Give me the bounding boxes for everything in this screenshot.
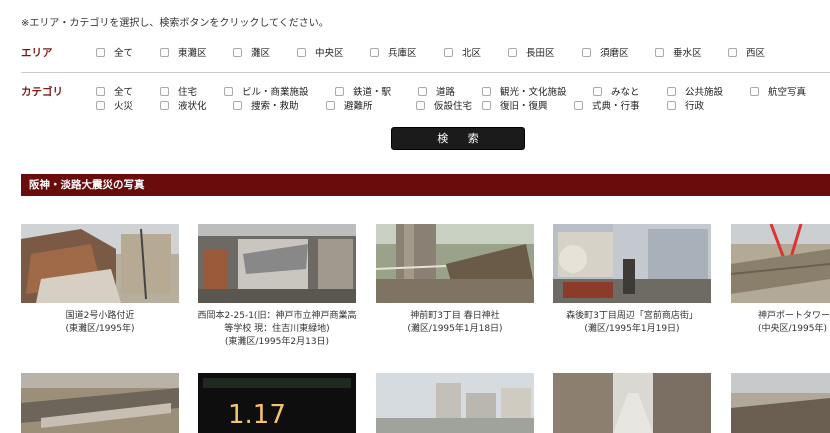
checkbox-box[interactable] — [160, 100, 169, 110]
category-checkbox-tourism[interactable]: 観光・文化施設 — [482, 84, 567, 98]
checkbox-box[interactable] — [667, 86, 676, 96]
checkbox-box[interactable] — [482, 86, 491, 96]
photo-thumbnail-3[interactable] — [376, 224, 534, 303]
checkbox-box[interactable] — [160, 47, 169, 57]
checkbox-box[interactable] — [667, 100, 676, 110]
photo-shrine-tree — [376, 224, 534, 303]
category-checkbox-aerial[interactable]: 航空写真 — [750, 84, 806, 98]
photo-candle-night: 1.17 — [198, 373, 356, 433]
area-checkbox-chuo[interactable]: 中央区 — [297, 45, 344, 59]
area-checkbox-suma[interactable]: 須磨区 — [582, 45, 629, 59]
category-checkbox-rescue[interactable]: 捜索・救助 — [233, 98, 299, 112]
photo-caption-1: 国道2号小路付近 (東灘区/1995年) — [65, 311, 135, 334]
category-label: カテゴリ — [21, 86, 63, 98]
divider — [21, 72, 830, 73]
checkbox-box[interactable] — [416, 100, 425, 110]
category-checkbox-roads[interactable]: 道路 — [418, 84, 455, 98]
checkbox-box[interactable] — [418, 86, 427, 96]
checkbox-box[interactable] — [233, 100, 242, 110]
category-checkbox-fire[interactable]: 火災 — [96, 98, 133, 112]
photo-caption-5: 神戸ポートタワー付近 (中央区/1995年) — [758, 311, 830, 334]
area-checkbox-kita[interactable]: 北区 — [444, 45, 481, 59]
checkbox-box[interactable] — [233, 47, 242, 57]
photo-city-rebuild — [376, 373, 534, 433]
category-checkbox-ceremony[interactable]: 式典・行事 — [574, 98, 640, 112]
category-checkbox-railway[interactable]: 鉄道・駅 — [335, 84, 391, 98]
category-checkbox-housing[interactable]: 住宅 — [160, 84, 197, 98]
category-checkbox-recovery[interactable]: 復旧・復興 — [482, 98, 548, 112]
checkbox-box[interactable] — [593, 86, 602, 96]
photo-temporary-housing — [553, 373, 711, 433]
photo-thumbnail-1[interactable] — [21, 224, 179, 303]
photo-caption-4: 森後町3丁目周辺「宮前商店街」 (灘区/1995年1月19日) — [566, 311, 698, 334]
photo-collapsed-houses — [21, 224, 179, 303]
checkbox-box[interactable] — [224, 86, 233, 96]
category-checkbox-port[interactable]: みなと — [593, 84, 640, 98]
photo-caption-3: 神前町3丁目 春日神社 (灘区/1995年1月18日) — [407, 311, 503, 334]
photo-caption-2: 西岡本2-25-1(旧：神戸市立神戸商業高 等学校 現：住吉川東緑地) (東灘区… — [197, 311, 357, 347]
checkbox-box[interactable] — [482, 100, 491, 110]
checkbox-box[interactable] — [750, 86, 759, 96]
category-checkbox-shelter[interactable]: 避難所 — [326, 98, 373, 112]
photo-collapsed-highway — [21, 373, 179, 433]
photo-thumbnail-9[interactable] — [553, 373, 711, 433]
photo-thumbnail-10[interactable] — [731, 373, 830, 433]
photo-damaged-school — [198, 224, 356, 303]
section-title: 阪神・淡路大震災の写真 — [21, 174, 830, 196]
photo-thumbnail-5[interactable] — [731, 224, 830, 303]
area-checkbox-nagata[interactable]: 長田区 — [508, 45, 555, 59]
photo-ruins — [731, 373, 830, 433]
checkbox-box[interactable] — [728, 47, 737, 57]
checkbox-box[interactable] — [444, 47, 453, 57]
checkbox-box[interactable] — [326, 100, 335, 110]
category-checkbox-public[interactable]: 公共施設 — [667, 84, 723, 98]
category-filter-row-2: 火災 液状化 捜索・救助 避難所 仮設住宅 復旧・復興 式典・行事 行政 — [21, 98, 830, 114]
photo-thumbnail-2[interactable] — [198, 224, 356, 303]
category-checkbox-all[interactable]: 全て — [96, 84, 133, 98]
checkbox-box[interactable] — [297, 47, 306, 57]
area-checkbox-higashinada[interactable]: 東灘区 — [160, 45, 207, 59]
checkbox-box[interactable] — [508, 47, 517, 57]
area-checkbox-tarumi[interactable]: 垂水区 — [655, 45, 702, 59]
instruction-text: ※エリア・カテゴリを選択し、検索ボタンをクリックしてください。 — [21, 18, 329, 29]
category-checkbox-liquefaction[interactable]: 液状化 — [160, 98, 207, 112]
area-checkbox-all[interactable]: 全て — [96, 45, 133, 59]
photo-thumbnail-6[interactable] — [21, 373, 179, 433]
checkbox-box[interactable] — [574, 100, 583, 110]
checkbox-box[interactable] — [582, 47, 591, 57]
category-checkbox-buildings[interactable]: ビル・商業施設 — [224, 84, 309, 98]
area-checkbox-hyogo[interactable]: 兵庫区 — [370, 45, 417, 59]
checkbox-box[interactable] — [96, 47, 105, 57]
area-checkbox-nada[interactable]: 灘区 — [233, 45, 270, 59]
area-label: エリア — [21, 47, 53, 59]
checkbox-box[interactable] — [335, 86, 344, 96]
checkbox-box[interactable] — [160, 86, 169, 96]
photo-shopping-street — [553, 224, 711, 303]
photo-thumbnail-8[interactable] — [376, 373, 534, 433]
category-checkbox-administration[interactable]: 行政 — [667, 98, 704, 112]
photo-port-tower — [731, 224, 830, 303]
photo-thumbnail-7[interactable]: 1.17 — [198, 373, 356, 433]
area-checkbox-nishi[interactable]: 西区 — [728, 45, 765, 59]
photo-thumbnail-4[interactable] — [553, 224, 711, 303]
category-checkbox-temporary-housing[interactable]: 仮設住宅 — [416, 98, 472, 112]
area-filter-row: エリア 全て 東灘区 灘区 中央区 兵庫区 北区 長田区 須磨区 垂水区 西区 — [21, 45, 830, 61]
search-button[interactable]: 検 索 — [391, 127, 525, 150]
checkbox-box[interactable] — [96, 86, 105, 96]
checkbox-box[interactable] — [655, 47, 664, 57]
checkbox-box[interactable] — [96, 100, 105, 110]
checkbox-box[interactable] — [370, 47, 379, 57]
